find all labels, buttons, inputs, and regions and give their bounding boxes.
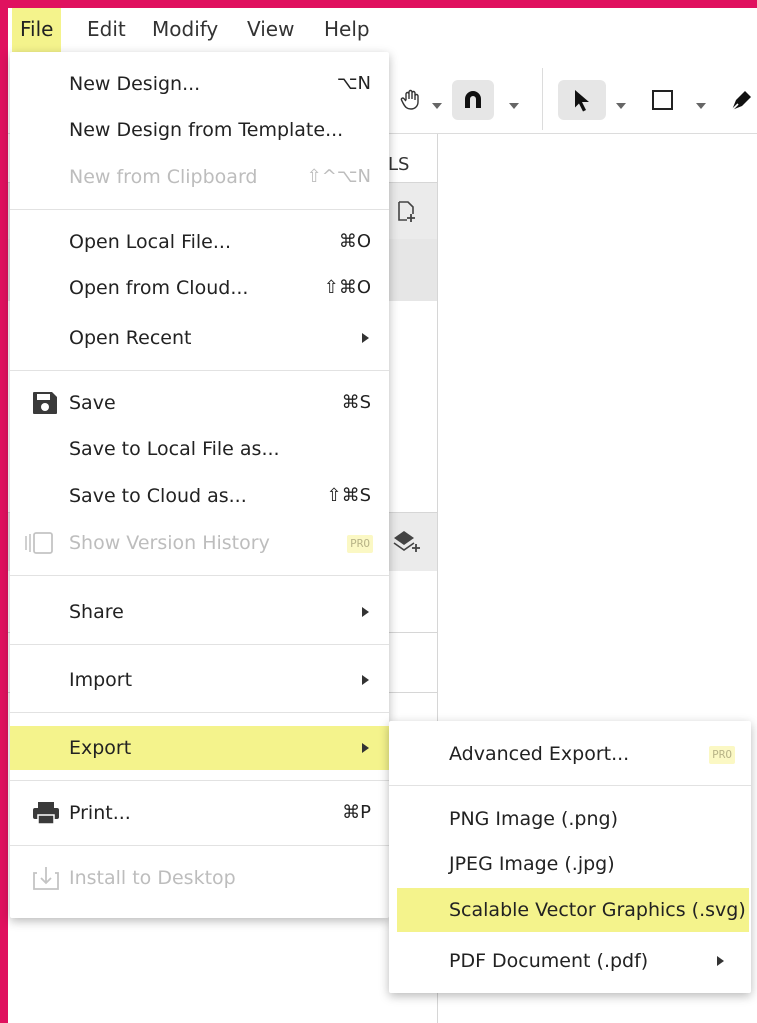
menu-item-label: Open from Cloud... — [69, 277, 249, 299]
menu-item-save-to-local-file[interactable]: Save to Local File as... — [10, 427, 389, 471]
menu-separator — [389, 785, 751, 786]
menu-item-import[interactable]: Import — [10, 658, 389, 702]
chevron-down-icon[interactable] — [509, 94, 519, 113]
toolbar-separator — [542, 68, 543, 130]
menu-item-open-recent[interactable]: Open Recent — [10, 316, 389, 360]
submenu-item-jpeg[interactable]: JPEG Image (.jpg) — [389, 842, 751, 886]
menu-item-export[interactable]: Export — [10, 726, 389, 770]
menu-item-label: Advanced Export... — [449, 743, 630, 765]
menu-item-label: Print... — [69, 802, 131, 824]
pointer-tool-icon[interactable] — [558, 80, 606, 120]
floppy-disk-icon — [31, 390, 59, 416]
pro-badge: PRO — [347, 535, 373, 553]
export-submenu: Advanced Export... PRO PNG Image (.png) … — [389, 721, 751, 993]
menu-edit[interactable]: Edit — [79, 8, 134, 52]
menu-separator — [10, 644, 389, 645]
menu-separator — [10, 845, 389, 846]
menu-item-label: Show Version History — [69, 532, 270, 554]
shortcut-label: ⌘S — [341, 392, 371, 413]
menu-separator — [10, 712, 389, 713]
shortcut-label: ⌥N — [336, 73, 371, 94]
menu-item-save-to-cloud[interactable]: Save to Cloud as... ⇧⌘S — [10, 474, 389, 518]
menu-item-label: Open Local File... — [69, 231, 231, 253]
menu-item-label: Save — [69, 392, 116, 414]
menu-item-share[interactable]: Share — [10, 590, 389, 634]
menu-item-print[interactable]: Print... ⌘P — [10, 791, 389, 835]
menu-item-label: Save to Cloud as... — [69, 485, 247, 507]
chevron-down-icon[interactable] — [696, 94, 706, 113]
menu-help[interactable]: Help — [316, 8, 378, 52]
submenu-arrow-icon — [362, 333, 369, 343]
menu-item-label: New Design from Template... — [69, 119, 344, 141]
menubar: File Edit Modify View Help — [8, 8, 757, 52]
menu-item-label: Export — [69, 737, 132, 759]
menu-separator — [10, 575, 389, 576]
pen-tool-icon[interactable] — [726, 80, 757, 120]
menu-view[interactable]: View — [239, 8, 302, 52]
submenu-item-advanced-export[interactable]: Advanced Export... PRO — [389, 732, 751, 776]
shortcut-label: ⇧^⌥N — [306, 166, 371, 187]
submenu-arrow-icon — [717, 956, 724, 966]
add-layer-icon[interactable] — [392, 528, 422, 558]
menu-item-label: Install to Desktop — [69, 867, 236, 889]
menu-item-label: New Design... — [69, 73, 201, 95]
menu-item-label: New from Clipboard — [69, 166, 258, 188]
menu-item-label: PDF Document (.pdf) — [449, 950, 649, 972]
submenu-arrow-icon — [362, 675, 369, 685]
install-icon — [31, 865, 59, 891]
printer-icon — [31, 800, 59, 826]
submenu-item-svg[interactable]: Scalable Vector Graphics (.svg) — [397, 888, 749, 932]
menu-item-install-to-desktop: Install to Desktop — [10, 856, 389, 900]
menu-item-new-from-template[interactable]: New Design from Template... — [10, 108, 389, 152]
menu-item-label: Import — [69, 669, 133, 691]
submenu-item-pdf[interactable]: PDF Document (.pdf) — [389, 939, 751, 983]
menu-item-open-local-file[interactable]: Open Local File... ⌘O — [10, 220, 389, 264]
shortcut-label: ⌘O — [338, 231, 371, 252]
menu-separator — [10, 780, 389, 781]
menu-separator — [10, 370, 389, 371]
menu-item-label: Open Recent — [69, 327, 192, 349]
chevron-down-icon[interactable] — [432, 94, 442, 113]
app-window: LS File Edit Modify View Help New Design… — [0, 8, 757, 1023]
chevron-down-icon[interactable] — [616, 94, 626, 113]
menu-item-new-design[interactable]: New Design... ⌥N — [10, 62, 389, 106]
menu-separator — [10, 209, 389, 210]
frame-accent — [0, 128, 6, 180]
magnet-snap-icon[interactable] — [452, 80, 494, 120]
submenu-arrow-icon — [362, 743, 369, 753]
shortcut-label: ⌘P — [342, 802, 371, 823]
pro-badge: PRO — [709, 746, 735, 764]
menu-item-show-version-history: Show Version History PRO — [10, 521, 389, 565]
shortcut-label: ⇧⌘O — [323, 277, 371, 298]
add-page-icon[interactable] — [396, 200, 418, 228]
submenu-arrow-icon — [362, 607, 369, 617]
file-menu: New Design... ⌥N New Design from Templat… — [10, 52, 389, 918]
menu-item-label: Save to Local File as... — [69, 438, 280, 460]
menu-item-new-from-clipboard: New from Clipboard ⇧^⌥N — [10, 155, 389, 199]
hand-tool-icon[interactable] — [394, 80, 428, 120]
panel-tab-label[interactable]: LS — [388, 154, 409, 175]
menu-item-label: Scalable Vector Graphics (.svg) — [449, 899, 746, 921]
submenu-item-png[interactable]: PNG Image (.png) — [389, 797, 751, 841]
version-history-icon — [22, 530, 53, 556]
menu-item-label: Share — [69, 601, 124, 623]
menu-item-save[interactable]: Save ⌘S — [10, 381, 389, 425]
menu-file[interactable]: File — [12, 8, 62, 52]
menu-item-label: PNG Image (.png) — [449, 808, 619, 830]
menu-modify[interactable]: Modify — [144, 8, 226, 52]
rectangle-tool-icon[interactable] — [648, 80, 678, 120]
shortcut-label: ⇧⌘S — [326, 485, 371, 506]
menu-item-label: JPEG Image (.jpg) — [449, 853, 615, 875]
menu-item-open-from-cloud[interactable]: Open from Cloud... ⇧⌘O — [10, 266, 389, 310]
